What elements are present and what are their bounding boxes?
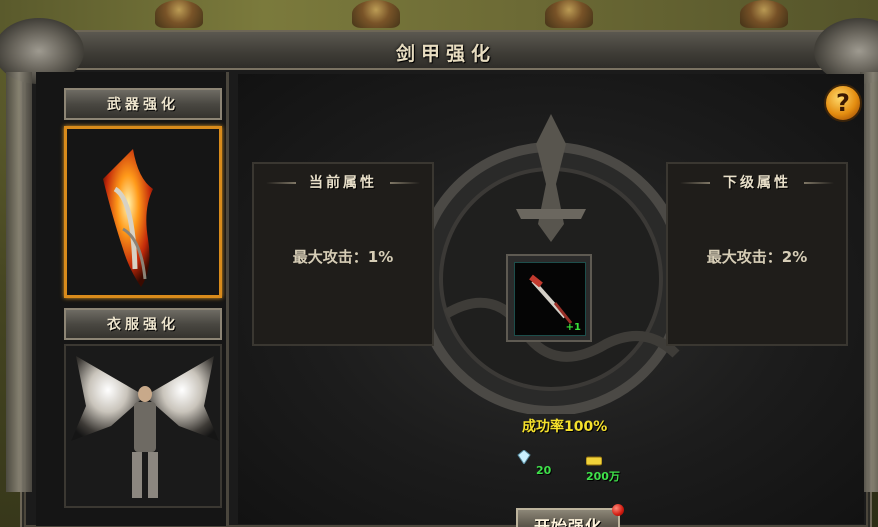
start-enhance-button[interactable]: 开始强化 xyxy=(516,504,624,527)
scene-character xyxy=(155,0,203,28)
next-attributes-title: 下级属性 xyxy=(668,172,846,194)
level-badge: +1 xyxy=(565,322,581,333)
title-bar: 剑甲强化 xyxy=(22,32,870,70)
gem-icon xyxy=(517,450,531,464)
gold-icon xyxy=(586,456,602,466)
game-screen: 剑甲强化 武器强化 衣服强化 ? 当前属性 最大攻击：1% 下级属性 最大攻击：… xyxy=(0,0,878,527)
current-attributes-title: 当前属性 xyxy=(254,172,432,194)
tab-armor-enhance[interactable]: 衣服强化 xyxy=(64,308,222,340)
flame-sword-icon xyxy=(103,149,153,287)
next-attribute-value: 最大攻击：2% xyxy=(706,248,808,266)
category-sidebar: 武器强化 衣服强化 xyxy=(36,72,229,526)
enhance-window: 剑甲强化 武器强化 衣服强化 ? 当前属性 最大攻击：1% 下级属性 最大攻击：… xyxy=(0,18,878,527)
gem-cost: 20 xyxy=(536,464,552,477)
scene-character xyxy=(740,0,788,28)
start-enhance-label: 开始强化 xyxy=(533,517,602,527)
armor-preview[interactable] xyxy=(64,344,222,508)
success-rate: 成功率100% xyxy=(522,419,608,435)
item-slot[interactable]: +1 xyxy=(506,254,592,342)
help-button[interactable]: ? xyxy=(824,84,862,122)
scene-character xyxy=(352,0,400,28)
frame-pillar xyxy=(6,72,32,492)
notification-dot-icon xyxy=(612,504,624,516)
enhance-main-area: ? 当前属性 最大攻击：1% 下级属性 最大攻击：2% +1 成功率100% 2… xyxy=(238,74,864,527)
gold-cost: 200万 xyxy=(586,470,620,483)
next-attributes-panel: 下级属性 最大攻击：2% xyxy=(666,162,848,346)
current-attributes-panel: 当前属性 最大攻击：1% xyxy=(252,162,434,346)
current-attribute-value: 最大攻击：1% xyxy=(292,248,394,266)
item-slot-frame: +1 xyxy=(514,262,586,336)
weapon-preview[interactable] xyxy=(64,126,222,298)
game-scene-background xyxy=(0,0,878,32)
tab-weapon-enhance[interactable]: 武器强化 xyxy=(64,88,222,120)
scene-character xyxy=(545,0,593,28)
winged-armor-icon xyxy=(66,346,220,506)
question-icon: ? xyxy=(836,89,850,117)
window-title: 剑甲强化 xyxy=(395,43,496,65)
